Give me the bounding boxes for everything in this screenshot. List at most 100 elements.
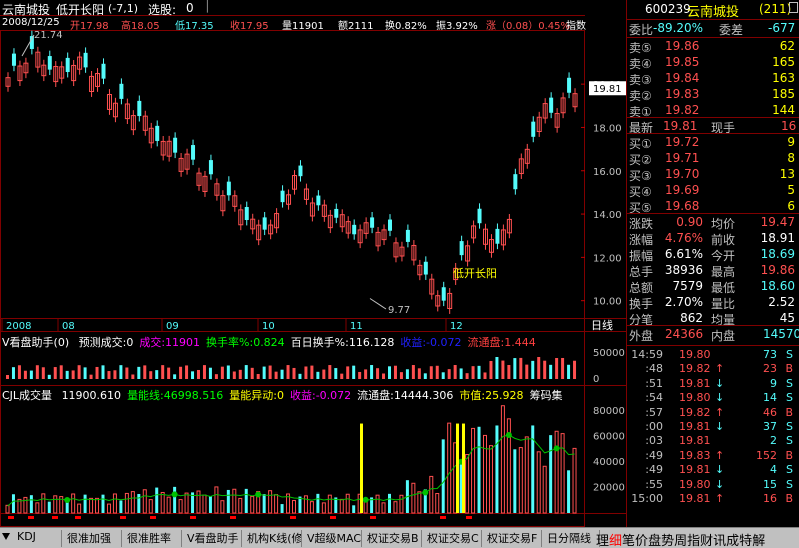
volume-bar [381, 502, 386, 514]
pattern-annotation: 低开长阳 [453, 267, 497, 280]
volume-bar [388, 493, 391, 513]
volume-bar [112, 493, 117, 514]
tick-time: :03 [645, 434, 663, 448]
volume-bar [250, 496, 255, 514]
tick-time: 14:59 [631, 348, 663, 361]
ind1-bar [447, 369, 451, 379]
buy-order-volume: 13 [779, 167, 795, 181]
stat-value: 862 [680, 311, 703, 325]
ind1-bar [143, 365, 147, 379]
candle-body [101, 63, 106, 79]
tick-volume: 73 [763, 348, 777, 361]
volume-bar [471, 427, 476, 514]
tabs-menu-icon[interactable] [2, 533, 10, 540]
panel-toggle-icon[interactable] [789, 2, 798, 13]
ind1-bar [519, 357, 523, 379]
right-tab[interactable]: 笔 [622, 534, 635, 548]
ind1-bar [35, 365, 39, 379]
indicator-tab[interactable]: 很准胜率 [124, 530, 182, 547]
ind1-bar [411, 365, 415, 379]
candle-body [459, 241, 464, 256]
indicator-tab[interactable]: KDJ [14, 530, 62, 547]
tick-list[interactable]: 14:59 19.80 73 S:48 19.82 ↑ 23 B:51 19.81 ↓ 9 S:54 1… [627, 345, 799, 505]
volume-bar [208, 496, 212, 513]
right-tab[interactable]: 势 [661, 534, 674, 548]
x-axis-label: 12 [450, 321, 463, 332]
indicator-tab[interactable]: 权证交易F [484, 530, 542, 547]
ind1-bar [6, 375, 9, 379]
tick-volume: 2 [770, 434, 777, 448]
volume-bar [178, 499, 183, 514]
right-tab[interactable]: 价 [635, 534, 648, 548]
right-tab[interactable]: 财 [700, 534, 713, 548]
indicator1-title[interactable]: V看盘助手(0) [2, 336, 69, 349]
right-tab[interactable]: 特 [739, 534, 752, 548]
buy-order-price: 19.71 [665, 151, 700, 165]
stat-value: 38936 [664, 263, 703, 277]
signal-marker [440, 516, 446, 519]
stat-value: 0.90 [676, 215, 703, 229]
tick-side: B [785, 362, 793, 376]
volume-bar [549, 435, 553, 513]
tick-arrow-icon: ↓ [715, 391, 725, 405]
candle-body [83, 52, 88, 68]
stat-value: 18.69 [760, 247, 795, 261]
tick-price: 19.81 [679, 376, 711, 390]
right-tab-lead[interactable]: 理 [596, 534, 609, 548]
indicator2-title[interactable]: CJL成交量 [2, 389, 52, 402]
candle-body [244, 207, 249, 221]
right-tab[interactable]: 解 [752, 534, 765, 548]
volume-bar [5, 504, 10, 514]
ind1-bar [77, 365, 81, 379]
ind1-bar [131, 374, 135, 379]
volume-anomaly-bar [456, 423, 459, 513]
volume-bar [130, 491, 135, 514]
volume-bar [447, 422, 452, 514]
indicator1-item: 换手率%:0.824 [206, 336, 285, 349]
indicator-tab[interactable]: 日分隔线 [544, 530, 600, 547]
ind1-bar [316, 371, 320, 379]
right-tab-selected[interactable]: 细 [609, 534, 622, 548]
ind1-bar [334, 368, 338, 379]
ind1-bar [220, 366, 224, 379]
volume-bar [495, 425, 499, 513]
volume-bar [184, 492, 189, 514]
indicator1-item: 百日换手%:116.128 [290, 336, 395, 349]
sell-order-price: 19.85 [665, 55, 700, 69]
volume-anomaly-bar [462, 423, 465, 513]
ind1-bar [41, 367, 45, 379]
ind1-bar [370, 365, 374, 379]
volume-bar [155, 487, 159, 513]
volume-bar [262, 494, 266, 513]
price-tick-label: 14.00 [593, 210, 622, 221]
ind1-bar [423, 373, 427, 379]
right-tab[interactable]: 指 [687, 534, 700, 548]
tick-volume: 4 [770, 463, 777, 477]
right-tab[interactable]: 盘 [648, 534, 661, 548]
indicator-tab[interactable]: 很准加强 [64, 530, 122, 547]
volume-bar [572, 447, 577, 514]
stat-row: 涨幅 4.76% 前收 18.91 [627, 230, 799, 247]
right-tab[interactable]: 成 [726, 534, 739, 548]
indicator-tab[interactable]: 权证交易C [424, 530, 482, 547]
ind1-bar [113, 370, 117, 379]
period-label: 日线 [591, 318, 613, 332]
weicha-value: -677 [768, 21, 796, 35]
volume-bar [352, 505, 356, 513]
indicator2-item: 流通盘:14444.306 [357, 389, 454, 402]
right-tab[interactable]: 周 [674, 534, 687, 548]
right-tab[interactable]: 讯 [713, 534, 726, 548]
candle-body [370, 217, 375, 228]
indicator-tab[interactable]: 机构K线(修 [244, 530, 302, 547]
indicator-tab[interactable]: V看盘助手 [184, 530, 242, 547]
pattern-params: (-7,1) [108, 2, 139, 15]
tick-row: :57 19.82 ↑ 46 B [627, 406, 799, 420]
tick-time: :00 [645, 420, 663, 433]
indicator-tab[interactable]: V超级MACD [304, 530, 362, 547]
tick-time: :49 [645, 463, 663, 477]
indicator-tab[interactable]: 权证交易B [364, 530, 422, 547]
volume-bar [226, 489, 230, 513]
volume-bar [238, 497, 243, 514]
ind2-tick-label: 60000 [593, 431, 625, 442]
buy-order-row: 买⑤ 19.68 6 [627, 198, 799, 215]
